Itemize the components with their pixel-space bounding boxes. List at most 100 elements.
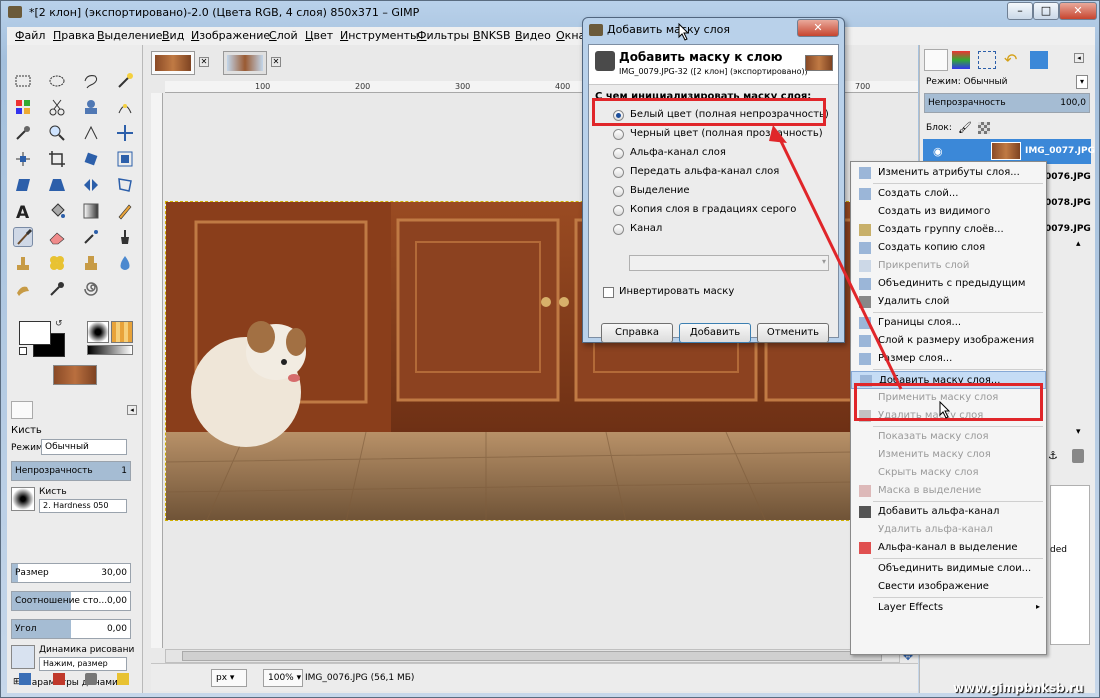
panel-menu-arrow-icon[interactable]: ◂ xyxy=(127,405,137,415)
ctx-item-25[interactable]: Альфа-канал в выделение xyxy=(851,539,1046,557)
ctx-item-21[interactable]: Маска в выделение xyxy=(851,482,1046,500)
rotate-icon[interactable] xyxy=(81,149,101,169)
default-colors-icon[interactable] xyxy=(19,347,27,355)
layer-scroll-arrow-down-icon[interactable]: ▾ xyxy=(1076,427,1081,437)
flip-icon[interactable] xyxy=(81,175,101,195)
menu-edit[interactable]: Правка xyxy=(53,29,95,42)
menu-view[interactable]: Вид xyxy=(162,29,184,42)
crop-icon[interactable] xyxy=(47,149,67,169)
maximize-button[interactable]: □ xyxy=(1033,2,1059,20)
anchor-layer-icon[interactable]: ⚓ xyxy=(1048,449,1058,462)
menu-video[interactable]: Видео xyxy=(515,29,551,42)
rect-select-icon[interactable] xyxy=(13,71,33,91)
ellipse-select-icon[interactable] xyxy=(47,71,67,91)
layer-mode-dropdown-icon[interactable]: ▾ xyxy=(1076,75,1088,89)
horizontal-scrollbar-thumb[interactable] xyxy=(182,651,882,661)
brushes-tab-icon[interactable] xyxy=(1030,51,1048,69)
layer-opacity-slider[interactable]: Непрозрачность 100,0 xyxy=(924,93,1090,113)
warp-icon[interactable] xyxy=(81,279,101,299)
reset-options-icon[interactable] xyxy=(117,673,129,685)
measure-icon[interactable] xyxy=(81,123,101,143)
perspective-icon[interactable] xyxy=(47,175,67,195)
delete-layer-icon[interactable] xyxy=(1072,449,1084,463)
horizontal-scrollbar[interactable] xyxy=(165,649,900,663)
smudge-icon[interactable] xyxy=(13,279,33,299)
paths-tab-icon[interactable] xyxy=(978,51,996,69)
invert-mask-checkbox[interactable] xyxy=(603,287,614,298)
heal-icon[interactable] xyxy=(47,253,67,273)
menu-colors[interactable]: Цвет xyxy=(305,29,333,42)
lock-alpha-icon[interactable] xyxy=(978,122,990,134)
minimize-button[interactable]: – xyxy=(1007,2,1033,20)
angle-slider[interactable]: Угол 0,00 xyxy=(11,619,131,639)
dodge-burn-icon[interactable] xyxy=(47,279,67,299)
menu-windows[interactable]: Окна xyxy=(556,29,585,42)
unit-select[interactable]: px ▾ xyxy=(211,669,247,687)
menu-file[interactable]: Файл xyxy=(15,29,45,42)
ctx-item-18[interactable]: Показать маску слоя xyxy=(851,428,1046,446)
menu-tools[interactable]: Инструменты xyxy=(340,29,419,42)
foreground-select-icon[interactable] xyxy=(81,97,101,117)
ctx-item-23[interactable]: Добавить альфа-канал xyxy=(851,503,1046,521)
eraser-icon[interactable] xyxy=(47,227,67,247)
fuzzy-select-icon[interactable] xyxy=(115,71,135,91)
color-picker-icon[interactable] xyxy=(13,123,33,143)
channels-tab-icon[interactable] xyxy=(952,51,970,69)
brush-select-button[interactable] xyxy=(11,487,35,511)
brush-preview[interactable] xyxy=(87,321,109,343)
save-options-icon[interactable] xyxy=(19,673,31,685)
scissors-icon[interactable] xyxy=(47,97,67,117)
pattern-preview[interactable] xyxy=(111,321,133,343)
ctx-item-20[interactable]: Скрыть маску слоя xyxy=(851,464,1046,482)
layer-scroll-arrow-up-icon[interactable]: ▴ xyxy=(1076,239,1081,249)
ctx-item-30[interactable]: Layer Effects ▸ xyxy=(851,599,1046,617)
invert-mask-label[interactable]: Инвертировать маску xyxy=(619,286,734,297)
airbrush-icon[interactable] xyxy=(81,227,101,247)
radio-button-icon[interactable] xyxy=(613,224,624,235)
blur-icon[interactable] xyxy=(115,253,135,273)
text-icon[interactable]: A xyxy=(13,201,33,223)
mode-select[interactable]: Обычный xyxy=(41,439,127,455)
image-tab-2-close-icon[interactable]: ✕ xyxy=(271,57,281,67)
perspective-clone-icon[interactable] xyxy=(81,253,101,273)
menu-layer[interactable]: Слой xyxy=(269,29,298,42)
swap-colors-icon[interactable]: ↺ xyxy=(55,319,65,329)
ctx-item-19[interactable]: Изменить маску слоя xyxy=(851,446,1046,464)
brush-name-field[interactable]: 2. Hardness 050 xyxy=(39,499,127,513)
lock-pixels-icon[interactable]: 🖌 xyxy=(958,121,972,134)
layers-tab[interactable] xyxy=(924,49,948,71)
dialog-close-button[interactable]: ✕ xyxy=(797,19,839,37)
tool-options-tab[interactable] xyxy=(11,401,33,419)
gradient-icon[interactable] xyxy=(81,201,101,221)
dynamics-name-field[interactable]: Нажим, размер xyxy=(39,657,127,671)
layer-visibility-eye-icon[interactable]: ◉ xyxy=(933,145,943,158)
radio-button-icon[interactable] xyxy=(613,148,624,159)
paths-icon[interactable] xyxy=(115,97,135,117)
title-bar[interactable]: *[2 клон] (экспортировано)-2.0 (Цвета RG… xyxy=(1,1,1100,25)
paintbrush-icon[interactable] xyxy=(13,227,33,247)
shear-icon[interactable] xyxy=(13,175,33,195)
cage-icon[interactable] xyxy=(115,175,135,195)
size-slider[interactable]: Размер 30,00 xyxy=(11,563,131,583)
image-tab-1-close-icon[interactable]: ✕ xyxy=(199,57,209,67)
image-tab-1[interactable] xyxy=(151,51,195,75)
ctx-item-27[interactable]: Объединить видимые слои... xyxy=(851,560,1046,578)
lasso-icon[interactable] xyxy=(81,71,101,91)
gradient-preview[interactable] xyxy=(87,345,133,355)
delete-options-icon[interactable] xyxy=(85,673,97,685)
clone-icon[interactable] xyxy=(13,253,33,273)
foreground-color-swatch[interactable] xyxy=(19,321,51,345)
close-button[interactable]: ✕ xyxy=(1059,2,1097,20)
add-button[interactable]: Добавить xyxy=(679,323,751,343)
zoom-select[interactable]: 100% ▾ xyxy=(263,669,303,687)
undo-tab-icon[interactable]: ↶ xyxy=(1004,51,1022,69)
image-tab-2[interactable] xyxy=(223,51,267,75)
color-select-icon[interactable] xyxy=(13,97,33,117)
ctx-item-24[interactable]: Удалить альфа-канал xyxy=(851,521,1046,539)
menu-select[interactable]: Выделение xyxy=(97,29,163,42)
ink-icon[interactable] xyxy=(115,227,135,247)
pencil-icon[interactable] xyxy=(115,201,135,221)
radio-button-icon[interactable] xyxy=(613,186,624,197)
dynamics-select-button[interactable] xyxy=(11,645,35,669)
panel-menu-icon[interactable]: ◂ xyxy=(1074,53,1084,63)
